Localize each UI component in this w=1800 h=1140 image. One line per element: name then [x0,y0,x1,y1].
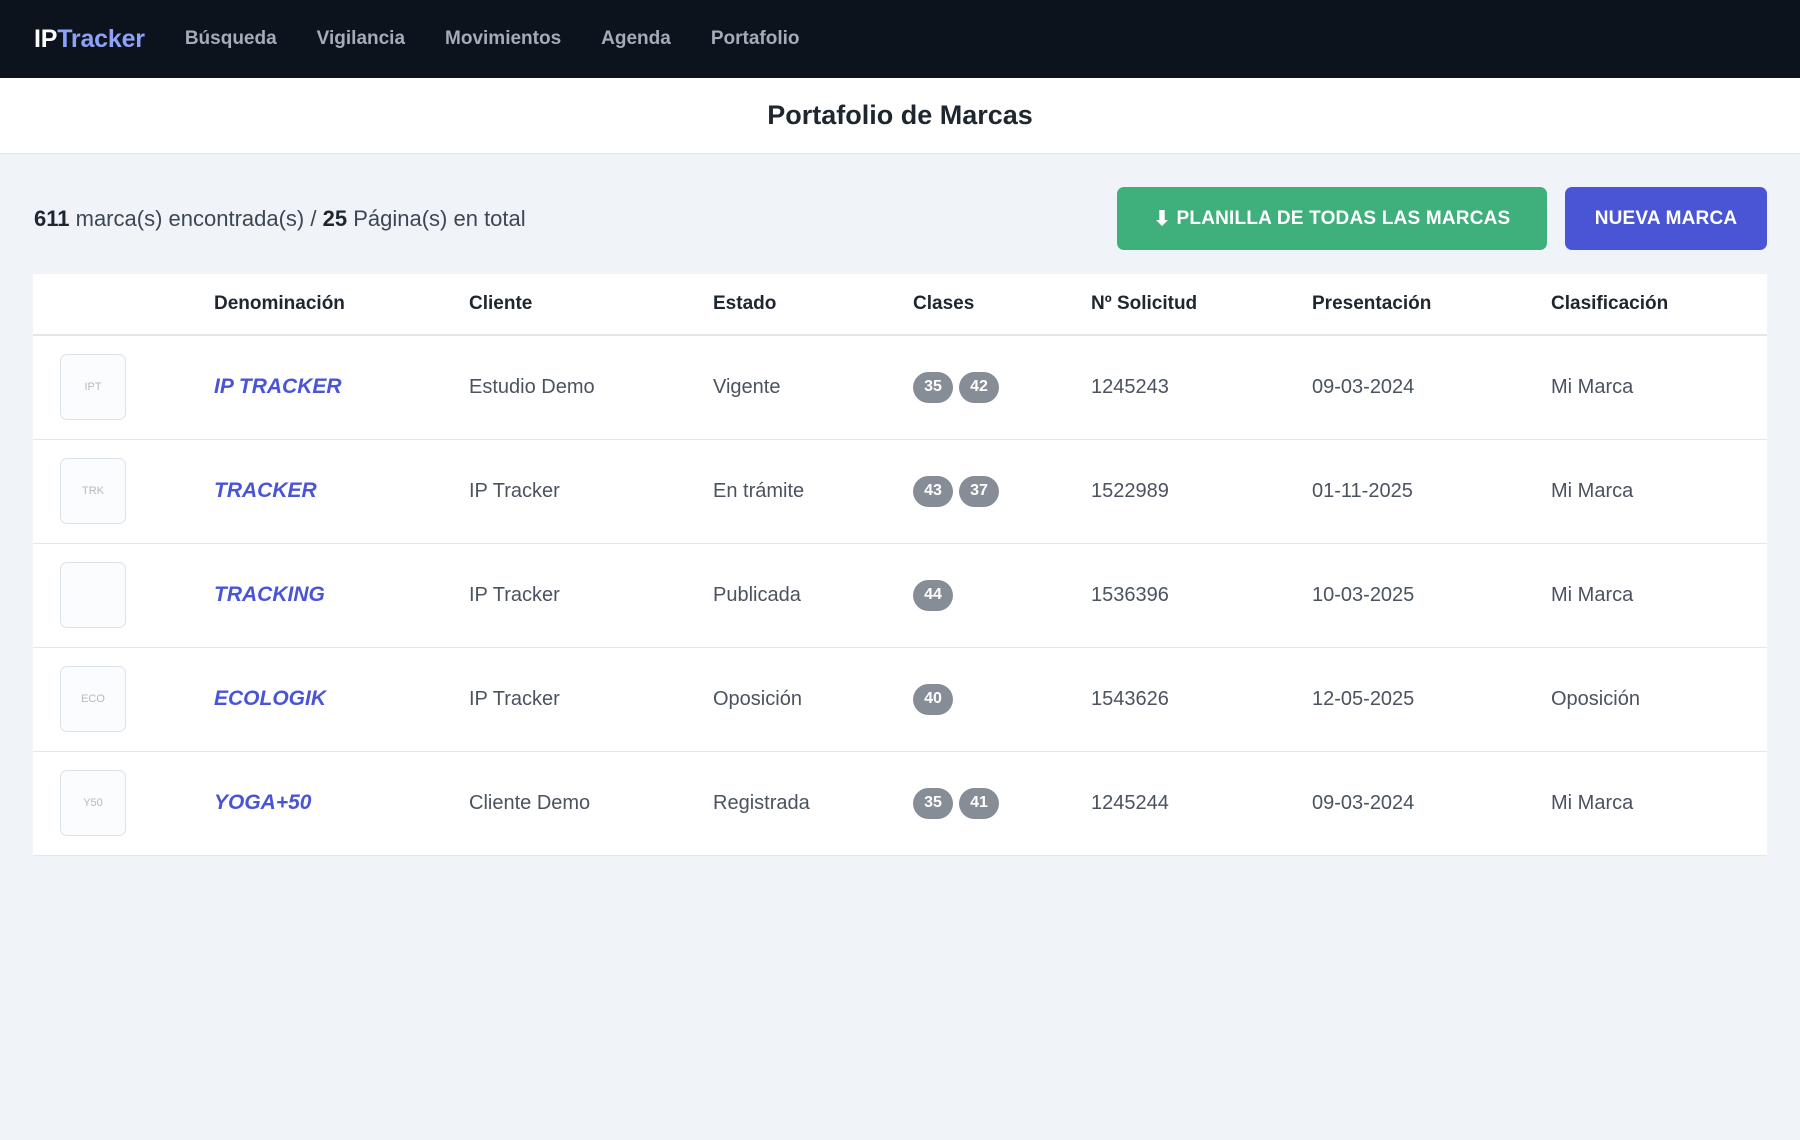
nav-agenda[interactable]: Agenda [601,28,671,50]
cell-estado: Oposición [713,687,802,710]
header-logo [33,274,214,335]
class-badges: 35 42 [913,371,1091,403]
nav-movimientos[interactable]: Movimientos [445,28,561,50]
header-denominacion[interactable]: Denominación [214,274,469,335]
class-badge: 44 [913,579,953,611]
mark-logo-thumbnail[interactable]: IPT [60,354,126,421]
cell-cliente: IP Tracker [469,687,560,710]
cell-cliente: IP Tracker [469,583,560,606]
toolbar-actions: ⬇ PLANILLA DE TODAS LAS MARCAS NUEVA MAR… [1117,187,1767,250]
class-badge: 35 [913,371,953,403]
marks-table: Denominación Cliente Estado Clases Nº So… [33,274,1767,856]
cell-solicitud: 1543626 [1091,687,1169,710]
results-count: 611 [34,205,70,231]
mark-logo-thumbnail[interactable]: ECO [60,666,126,732]
class-badge: 35 [913,787,953,819]
cell-cliente: Estudio Demo [469,375,595,398]
cell-clasificacion: Mi Marca [1551,375,1634,398]
cell-estado: Registrada [713,791,810,814]
cell-cliente: IP Tracker [469,479,560,502]
header-estado[interactable]: Estado [713,274,913,335]
table-row[interactable]: Y50 YOGA+50 Cliente Demo Registrada 35 4… [33,751,1767,855]
class-badge: 43 [913,475,953,507]
download-icon: ⬇ [1153,208,1171,230]
mark-name-link[interactable]: ECOLOGIK [214,687,326,710]
top-navbar: IPTracker Búsqueda Vigilancia Movimiento… [0,0,1800,78]
nav-busqueda[interactable]: Búsqueda [185,28,277,50]
table-header-row: Denominación Cliente Estado Clases Nº So… [33,274,1767,335]
brand-logo[interactable]: IPTracker [34,25,145,54]
class-badge: 41 [959,787,999,819]
header-presentacion[interactable]: Presentación [1312,274,1551,335]
pages-count: 25 [322,205,348,231]
class-badges: 44 [913,579,1091,611]
class-badges: 43 37 [913,475,1091,507]
cell-solicitud: 1522989 [1091,479,1169,502]
class-badge: 40 [913,683,953,715]
new-mark-button[interactable]: NUEVA MARCA [1565,187,1767,250]
header-cliente[interactable]: Cliente [469,274,713,335]
cell-presentacion: 12-05-2025 [1312,687,1415,710]
title-bar: Portafolio de Marcas [0,78,1800,154]
cell-estado: Publicada [713,583,801,606]
cell-clasificacion: Oposición [1551,687,1640,710]
marks-table-card: Denominación Cliente Estado Clases Nº So… [33,274,1767,856]
cell-solicitud: 1245243 [1091,375,1169,398]
mark-name-link[interactable]: IP TRACKER [214,375,342,398]
cell-presentacion: 09-03-2024 [1312,375,1415,398]
table-row[interactable]: ECO ECOLOGIK IP Tracker Oposición 40 154… [33,647,1767,751]
download-all-button[interactable]: ⬇ PLANILLA DE TODAS LAS MARCAS [1117,187,1547,250]
cell-presentacion: 10-03-2025 [1312,583,1415,606]
class-badge: 37 [959,475,999,507]
cell-clasificacion: Mi Marca [1551,583,1634,606]
header-clases[interactable]: Clases [913,274,1091,335]
header-clasificacion[interactable]: Clasificación [1551,274,1767,335]
class-badge: 42 [959,371,999,403]
mark-logo-thumbnail[interactable]: TRK [60,458,126,524]
cell-solicitud: 1536396 [1091,583,1169,606]
nav-vigilancia[interactable]: Vigilancia [317,28,405,50]
results-toolbar: 611 marca(s) encontrada(s) / 25 Página(s… [34,187,1767,250]
class-badges: 40 [913,683,1091,715]
cell-estado: Vigente [713,375,781,398]
table-row[interactable]: TRK TRACKER IP Tracker En trámite 43 37 … [33,439,1767,543]
table-row[interactable]: TRACKING IP Tracker Publicada 44 1536396… [33,543,1767,647]
class-badges: 35 41 [913,787,1091,819]
cell-cliente: Cliente Demo [469,791,591,814]
results-summary: 611 marca(s) encontrada(s) / 25 Página(s… [34,205,526,231]
table-row[interactable]: IPT IP TRACKER Estudio Demo Vigente 35 4… [33,335,1767,439]
mark-name-link[interactable]: YOGA+50 [214,791,311,814]
cell-solicitud: 1245244 [1091,791,1169,814]
cell-presentacion: 01-11-2025 [1312,479,1413,502]
header-solicitud[interactable]: Nº Solicitud [1091,274,1312,335]
mark-name-link[interactable]: TRACKING [214,583,325,606]
mark-logo-thumbnail[interactable] [60,562,126,628]
cell-presentacion: 09-03-2024 [1312,791,1415,814]
cell-estado: En trámite [713,479,805,502]
nav-portafolio[interactable]: Portafolio [711,28,800,50]
cell-clasificacion: Mi Marca [1551,479,1634,502]
mark-logo-thumbnail[interactable]: Y50 [60,770,126,836]
mark-name-link[interactable]: TRACKER [214,479,317,502]
page-title: Portafolio de Marcas [767,100,1033,130]
cell-clasificacion: Mi Marca [1551,791,1634,814]
